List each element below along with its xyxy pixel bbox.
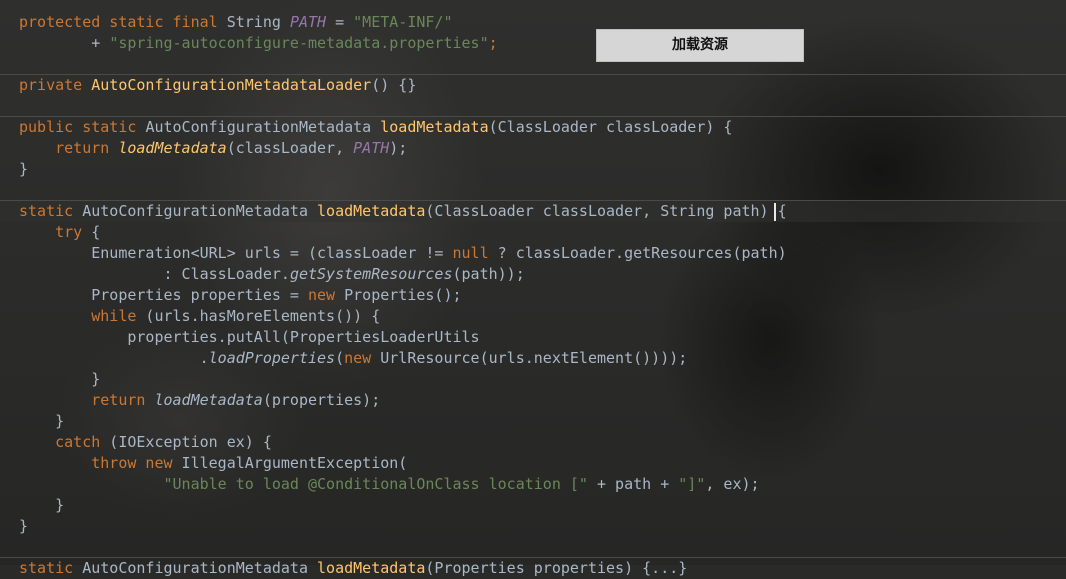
code-line: : ClassLoader.getSystemResources(path));: [19, 265, 525, 283]
code-line: .loadProperties(new UrlResource(urls.nex…: [19, 349, 688, 367]
code-line: public static AutoConfigurationMetadata …: [19, 118, 733, 136]
code-line: while (urls.hasMoreElements()) {: [19, 307, 381, 325]
code-line: "Unable to load @ConditionalOnClass loca…: [163, 475, 760, 493]
code-line: private AutoConfigurationMetadataLoader(…: [19, 76, 417, 94]
code-line: }: [19, 412, 65, 430]
code-line: + "spring-autoconfigure-metadata.propert…: [19, 34, 498, 52]
code-line: }: [19, 370, 101, 388]
code-line: properties.putAll(PropertiesLoaderUtils: [19, 328, 480, 346]
code-line: static AutoConfigurationMetadata loadMet…: [19, 202, 787, 220]
code-line: }: [19, 160, 29, 178]
code-line: return loadMetadata(classLoader, PATH);: [19, 139, 408, 157]
code-line: try {: [19, 223, 101, 241]
code-line: Properties properties = new Properties()…: [19, 286, 462, 304]
load-resources-button[interactable]: 加载资源: [596, 29, 804, 62]
code-line: catch (IOException ex) {: [19, 433, 272, 451]
code-line: }: [19, 496, 65, 514]
code-line: throw new IllegalArgumentException(: [19, 454, 408, 472]
code-line: Enumeration<URL> urls = (classLoader != …: [19, 244, 787, 262]
code-line: protected static final String PATH = "ME…: [19, 13, 453, 31]
text-cursor: [774, 203, 776, 221]
code-editor[interactable]: protected static final String PATH = "ME…: [0, 0, 1066, 577]
code-line: static AutoConfigurationMetadata loadMet…: [19, 559, 688, 577]
code-line: return loadMetadata(properties);: [19, 391, 381, 409]
code-line: }: [19, 517, 29, 535]
